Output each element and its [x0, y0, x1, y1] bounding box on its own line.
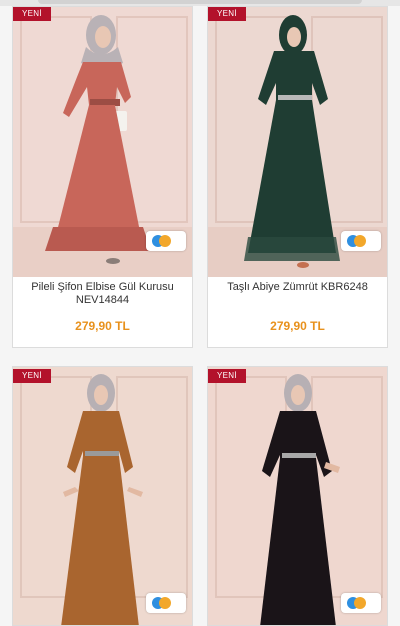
- product-card[interactable]: YENİ: [12, 366, 193, 626]
- new-badge: YENİ: [208, 369, 246, 383]
- new-badge: YENİ: [208, 7, 246, 21]
- product-card[interactable]: YENİ: [207, 366, 388, 626]
- color-options-icon[interactable]: [341, 593, 381, 613]
- new-badge: YENİ: [13, 7, 51, 21]
- product-card[interactable]: YENİ Taşlı Abiye Zümrüt KBR6248 279,90 T…: [207, 6, 388, 348]
- new-badge: YENİ: [13, 369, 51, 383]
- product-image[interactable]: [208, 367, 387, 625]
- product-price: 279,90 TL: [75, 319, 130, 333]
- color-options-icon[interactable]: [146, 593, 186, 613]
- product-image[interactable]: [13, 367, 192, 625]
- search-bar-edge[interactable]: [38, 0, 362, 4]
- product-card[interactable]: YENİ Pileli Şifon Elbise Gül Kurusu NEV1…: [12, 6, 193, 348]
- color-options-icon[interactable]: [146, 231, 186, 251]
- product-title[interactable]: Pileli Şifon Elbise Gül Kurusu NEV14844: [19, 281, 186, 307]
- color-options-icon[interactable]: [341, 231, 381, 251]
- product-title[interactable]: Taşlı Abiye Zümrüt KBR6248: [214, 281, 381, 294]
- product-price: 279,90 TL: [270, 319, 325, 333]
